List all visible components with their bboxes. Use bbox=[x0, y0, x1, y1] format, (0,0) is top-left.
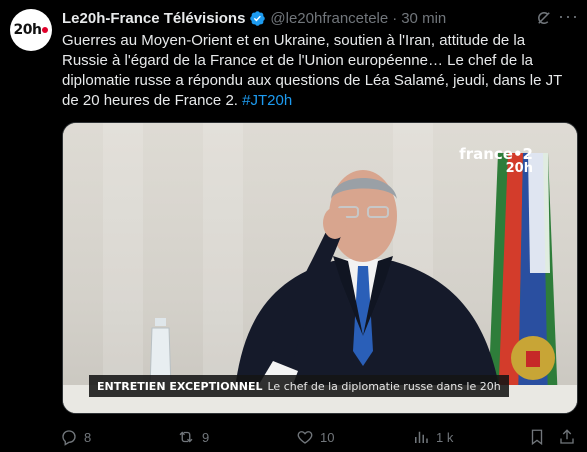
verified-badge-icon[interactable] bbox=[249, 10, 266, 27]
reply-count: 8 bbox=[84, 429, 92, 445]
tweet-body: Guerres au Moyen-Orient et en Ukraine, s… bbox=[62, 32, 563, 109]
avatar-red-dot bbox=[42, 27, 49, 33]
reply-button[interactable]: 8 bbox=[60, 424, 91, 450]
share-icon bbox=[558, 428, 576, 446]
views-count: 1 k bbox=[436, 429, 454, 445]
bookmark-button[interactable] bbox=[528, 424, 546, 450]
author-handle[interactable]: @le20hfrancetele bbox=[270, 10, 388, 27]
tweet-actions: 8 9 10 1 k bbox=[60, 424, 578, 450]
reply-icon bbox=[60, 428, 78, 446]
like-icon bbox=[296, 428, 314, 446]
bookmark-icon bbox=[528, 428, 546, 446]
lower-third-body: Le chef de la diplomatie russe dans le 2… bbox=[267, 379, 501, 393]
views-button[interactable]: 1 k bbox=[412, 424, 453, 450]
repost-count: 9 bbox=[202, 429, 210, 445]
wall-panel bbox=[103, 123, 143, 413]
channel-watermark: france•2 20h bbox=[459, 145, 533, 176]
more-icon[interactable]: ··· bbox=[558, 6, 579, 27]
author-avatar[interactable]: 20h bbox=[10, 9, 52, 51]
like-count: 10 bbox=[320, 429, 335, 445]
repost-button[interactable]: 9 bbox=[176, 424, 209, 450]
tweet-header: Le20h-France Télévisions @le20hfrancetel… bbox=[62, 8, 547, 28]
hashtag-link[interactable]: #JT20h bbox=[242, 92, 292, 109]
repost-icon bbox=[176, 428, 196, 446]
like-button[interactable]: 10 bbox=[296, 424, 334, 450]
lower-third-title: ENTRETIEN EXCEPTIONNEL bbox=[97, 379, 263, 393]
grok-icon[interactable] bbox=[535, 9, 553, 32]
tweet-time[interactable]: 30 min bbox=[401, 10, 446, 27]
speaker-image bbox=[233, 170, 503, 411]
video-player[interactable]: france•2 20h ENTRETIEN EXCEPTIONNEL Le c… bbox=[62, 122, 578, 414]
avatar-logo-text: 20h bbox=[13, 22, 42, 38]
lower-third-caption: ENTRETIEN EXCEPTIONNEL Le chef de la dip… bbox=[89, 375, 509, 397]
author-name[interactable]: Le20h-France Télévisions bbox=[62, 10, 245, 27]
header-separator: · bbox=[392, 9, 398, 27]
share-button[interactable] bbox=[558, 424, 576, 450]
tweet-text: Guerres au Moyen-Orient et en Ukraine, s… bbox=[62, 31, 572, 111]
watermark-sub: 20h bbox=[505, 161, 533, 176]
views-icon bbox=[412, 428, 430, 446]
